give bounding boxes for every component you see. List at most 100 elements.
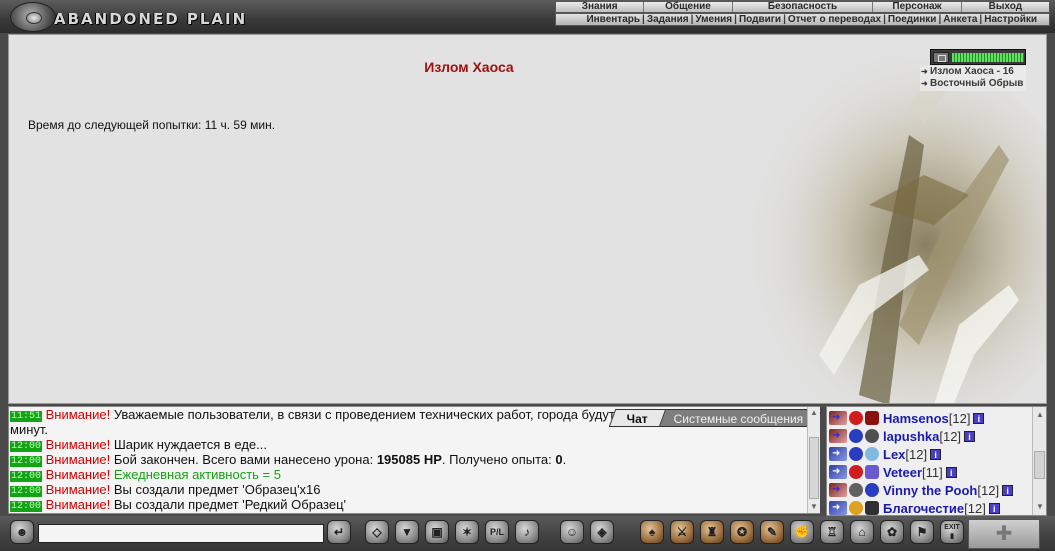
quill-icon[interactable]: ✎ [760, 520, 784, 544]
chat-scrollbar[interactable]: ▲ ▼ [807, 407, 820, 513]
location-link-east-cliff[interactable]: Восточный Обрыв [920, 78, 1026, 90]
status-bar [930, 49, 1026, 65]
submenu-duels[interactable]: Поединки [888, 14, 937, 25]
submenu-quests[interactable]: Задания [647, 14, 689, 25]
submenu-inventory[interactable]: Инвентарь [586, 14, 640, 25]
chat-mode-icon[interactable]: ☻ [10, 520, 34, 544]
player-info-icon[interactable]: i [973, 412, 985, 424]
chat-tabs: Чат Системные сообщения [608, 409, 822, 429]
fist-icon[interactable]: ✊ [790, 520, 814, 544]
message-prefix: Внимание! [45, 407, 111, 422]
submenu-settings[interactable]: Настройки [984, 14, 1037, 25]
clan-icon [849, 411, 863, 425]
player-list-scrollbar[interactable]: ▲ ▼ [1032, 407, 1046, 515]
filter-icon[interactable]: ▼ [395, 520, 419, 544]
sound-icon[interactable]: ♪ [515, 520, 539, 544]
player-name[interactable]: lapushka [883, 429, 939, 444]
window-toggle-icon[interactable] [933, 52, 949, 63]
logo[interactable]: ABANDONED PLAIN [10, 2, 250, 32]
location-link-rift[interactable]: Излом Хаоса - 16 [920, 66, 1026, 78]
player-info-icon[interactable]: i [1002, 484, 1014, 496]
message-text: Бой закончен. Всего вами нанесено урона: [113, 452, 377, 467]
submenu-transfers[interactable]: Отчет о переводах [788, 14, 881, 25]
next-attempt-timer: Время до следующей попытки: 11 ч. 59 мин… [28, 118, 276, 132]
chat-message: 12:00 Внимание! Ежедневная активность = … [9, 467, 819, 482]
translit-icon[interactable]: ✶ [455, 520, 479, 544]
logo-emblem-core [26, 12, 42, 24]
group-icon[interactable]: ✿ [880, 520, 904, 544]
player-name[interactable]: Hamsenos [883, 411, 949, 426]
player-info-icon[interactable]: i [964, 430, 976, 442]
tab-chat[interactable]: Чат [608, 409, 667, 427]
message-text: . Получено опыта: [441, 452, 556, 467]
message-text: Шарик нуждается в еде... [113, 437, 267, 452]
player-name[interactable]: Lex [883, 447, 905, 462]
scroll-up-icon[interactable]: ▲ [810, 409, 818, 417]
player-row[interactable]: Lex[12]i [829, 445, 942, 463]
clan-icon [849, 447, 863, 461]
helmet-icon[interactable]: ◈ [590, 520, 614, 544]
player-row[interactable]: Vinny the Pooh[12]i [829, 481, 1014, 499]
menu-knowledge[interactable]: Знания [556, 2, 645, 12]
player-row[interactable]: Hamsenos[12]i [829, 409, 985, 427]
submenu-profile[interactable]: Анкета [943, 14, 977, 25]
scroll-up-icon[interactable]: ▲ [1036, 411, 1044, 419]
message-time[interactable]: 12:00 [10, 456, 43, 467]
clan-icon [849, 429, 863, 443]
player-level: [12] [977, 482, 1000, 498]
player-row[interactable]: lapushka[12]i [829, 427, 976, 445]
menu-communication[interactable]: Общение [644, 2, 733, 12]
alignment-icon [829, 429, 847, 443]
tab-system-messages[interactable]: Системные сообщения [655, 409, 822, 427]
scroll-down-icon[interactable]: ▼ [1036, 503, 1044, 511]
class-icon [865, 501, 879, 515]
armor-icon[interactable]: ♖ [820, 520, 844, 544]
player-name[interactable]: Veteer [883, 465, 922, 480]
flag-icon[interactable]: ⚑ [910, 520, 934, 544]
potion-icon[interactable]: ♜ [700, 520, 724, 544]
player-info-icon[interactable]: i [930, 448, 942, 460]
submenu-skills[interactable]: Умения [695, 14, 732, 25]
message-time[interactable]: 12:00 [10, 501, 43, 512]
save-log-icon[interactable]: ▣ [425, 520, 449, 544]
class-icon [865, 411, 879, 425]
player-name[interactable]: Благочестие [883, 501, 964, 516]
message-prefix: Внимание! [45, 467, 111, 482]
eraser-icon[interactable]: ◇ [365, 520, 389, 544]
message-prefix: Внимание! [45, 482, 111, 497]
crest-icon[interactable]: ✪ [730, 520, 754, 544]
message-time[interactable]: 12:00 [10, 441, 43, 452]
scroll-down-icon[interactable]: ▼ [810, 503, 818, 511]
player-list-scroll-thumb[interactable] [1034, 451, 1045, 479]
main-menu: Знания Общение Безопасность Персонаж Вых… [555, 1, 1050, 13]
hood-icon[interactable]: ♠ [640, 520, 664, 544]
menu-exit[interactable]: Выход [962, 2, 1049, 12]
menu-character[interactable]: Персонаж [873, 2, 962, 12]
player-info-icon[interactable]: i [988, 502, 1000, 514]
player-row[interactable]: Veteer[11]i [829, 463, 957, 481]
smiley-icon[interactable]: ☺ [560, 520, 584, 544]
private-log-button[interactable]: P/L [485, 520, 509, 544]
message-time[interactable]: 11:51 [10, 411, 43, 422]
player-row[interactable]: Благочестие[12]i [829, 499, 1000, 516]
exit-button[interactable]: EXIT ▮ [940, 520, 964, 544]
player-list: Hamsenos[12]i lapushka[12]i Lex[12]i Vet… [826, 406, 1047, 516]
send-button[interactable]: ↵ [327, 520, 351, 544]
player-info-icon[interactable]: i [945, 466, 957, 478]
chat-scroll-thumb[interactable] [809, 437, 819, 499]
sword-icon[interactable]: ⚔ [670, 520, 694, 544]
top-bar: ABANDONED PLAIN Знания Общение Безопасно… [0, 0, 1055, 33]
menu-security[interactable]: Безопасность [733, 2, 874, 12]
message-time[interactable]: 12:00 [10, 486, 43, 497]
message-text: . [562, 452, 567, 467]
message-time[interactable]: 12:00 [10, 471, 43, 482]
logo-emblem-icon [10, 2, 56, 32]
alignment-icon [829, 501, 847, 515]
player-name[interactable]: Vinny the Pooh [883, 483, 977, 498]
tab-system-label: Системные сообщения [673, 412, 804, 426]
chat-input[interactable] [38, 524, 324, 543]
puzzle-icon[interactable]: ✚ [968, 519, 1040, 549]
submenu-achievements[interactable]: Подвиги [739, 14, 781, 25]
player-level: [12] [964, 500, 986, 516]
lock-icon[interactable]: ⌂ [850, 520, 874, 544]
